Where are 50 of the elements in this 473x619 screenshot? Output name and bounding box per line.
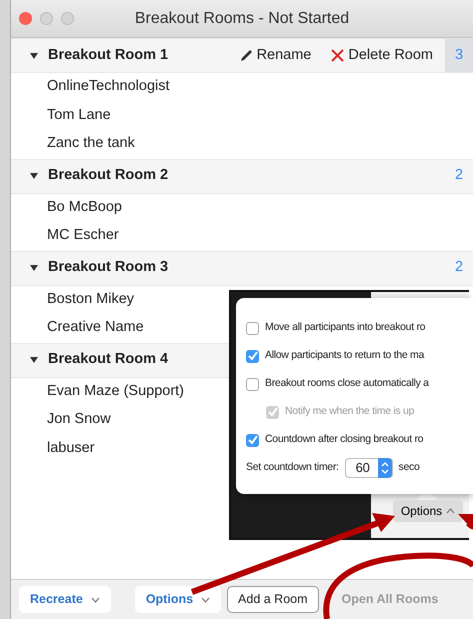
options-button[interactable]: Options (393, 500, 463, 522)
caret-icon (90, 596, 100, 602)
checkbox[interactable] (246, 322, 259, 334)
participant-name[interactable]: Bo McBoop (47, 196, 122, 219)
button[interactable]: Add a Room (227, 586, 319, 613)
zoom-button[interactable] (61, 12, 74, 25)
checkbox-label: Breakout rooms close automatically a (265, 376, 429, 392)
caret-icon (446, 508, 456, 514)
participant-name[interactable]: Evan Maze (Support) (47, 380, 184, 403)
checkbox-label: Notify me when the time is up (285, 404, 414, 420)
room-name: Breakout Room 3 (48, 258, 168, 278)
timer-unit: seco (398, 460, 420, 476)
checkbox-label: Countdown after closing breakout ro (265, 432, 424, 448)
expand-caret-icon[interactable] (30, 357, 38, 363)
checkbox[interactable] (246, 434, 259, 446)
participant-count: 2 (454, 258, 464, 278)
room-name: Breakout Room 1 (48, 46, 168, 65)
checkbox-label: Allow participants to return to the ma (265, 348, 424, 364)
participant-name[interactable]: Boston Mikey (47, 288, 134, 311)
delete-room-link[interactable]: Delete Room (348, 44, 433, 66)
caret-icon (201, 596, 210, 602)
room-name: Breakout Room 4 (48, 350, 168, 370)
checkbox[interactable] (246, 350, 259, 362)
participant-count: 3 (445, 39, 473, 72)
dropdown-button[interactable]: Options (134, 586, 222, 613)
dropdown-button[interactable]: Recreate (19, 586, 111, 613)
timer-label: Set countdown timer: (246, 460, 339, 476)
participant-name[interactable]: MC Escher (47, 225, 119, 248)
participant-name[interactable]: Zanc the tank (47, 133, 135, 156)
annotation-arrow (458, 514, 473, 530)
rename-link[interactable]: Rename (256, 44, 312, 66)
room-name: Breakout Room 2 (48, 166, 168, 186)
checkbox-label: Move all participants into breakout ro (265, 320, 426, 336)
participant-name[interactable]: Creative Name (47, 317, 144, 340)
expand-caret-icon[interactable] (30, 52, 38, 58)
close-button[interactable] (19, 12, 32, 25)
close-icon (331, 49, 344, 62)
checkbox[interactable] (246, 378, 259, 390)
expand-caret-icon[interactable] (30, 265, 38, 271)
participant-name[interactable]: labuser (47, 438, 95, 460)
window-title: Breakout Rooms - Not Started (134, 8, 350, 28)
stepper-icon[interactable] (378, 458, 392, 478)
pencil-icon (240, 49, 253, 62)
minimize-button[interactable] (40, 12, 53, 25)
expand-caret-icon[interactable] (30, 173, 38, 179)
participant-name[interactable]: Tom Lane (47, 104, 111, 127)
timer-select[interactable]: 60 (344, 458, 393, 478)
participant-name[interactable]: Jon Snow (47, 409, 111, 432)
participant-name[interactable]: OnlineTechnologist (47, 76, 170, 98)
participant-count: 2 (454, 166, 464, 186)
